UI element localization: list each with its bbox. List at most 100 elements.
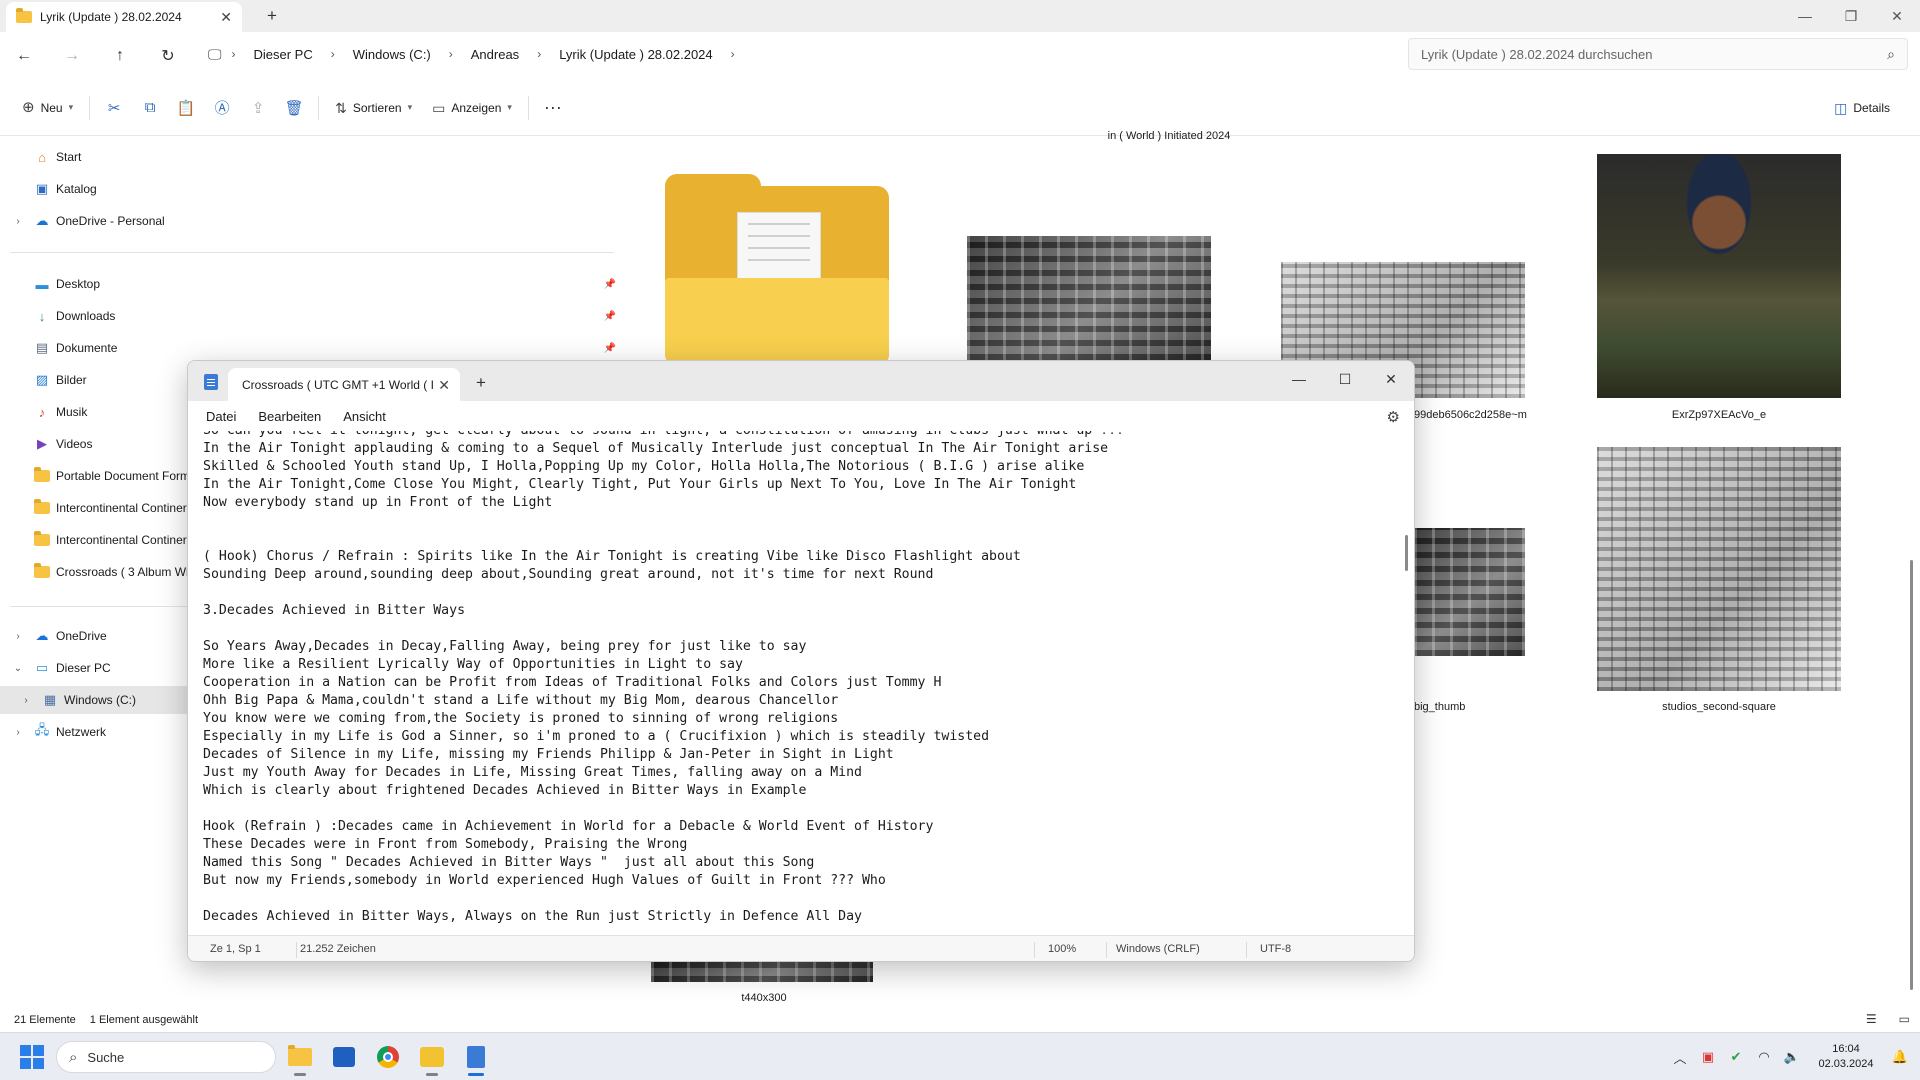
chevron-down-icon[interactable]: ⌄ <box>10 663 26 674</box>
image-thumbnail-portrait[interactable] <box>1597 154 1841 398</box>
back-button[interactable]: ← <box>0 38 48 74</box>
rename-icon[interactable]: Ⓐ <box>204 90 240 126</box>
breadcrumb-andreas[interactable]: Andreas <box>463 43 527 66</box>
forward-button[interactable]: → <box>48 38 96 74</box>
taskbar-search[interactable]: ⌕ Suche <box>56 1041 276 1073</box>
breadcrumb-separator-icon[interactable]: › <box>325 47 341 61</box>
share-icon[interactable]: ⇪ <box>240 90 276 126</box>
menu-datei[interactable]: Datei <box>196 405 246 428</box>
editor-line[interactable] <box>203 800 1383 818</box>
monitor-icon[interactable]: 🖵 <box>208 47 222 61</box>
breadcrumb-lyrik[interactable]: Lyrik (Update ) 28.02.2024 <box>551 43 720 66</box>
editor-line[interactable]: Named this Song " Decades Achieved in Bi… <box>203 854 1383 872</box>
editor-line[interactable]: Which is clearly about frightened Decade… <box>203 782 1383 800</box>
view-button[interactable]: ▭ Anzeigen ▾ <box>422 90 522 126</box>
settings-gear-icon[interactable]: ⚙ <box>1387 408 1400 426</box>
sidebar-item-onedrive-personal[interactable]: › ☁ OneDrive - Personal <box>0 207 620 235</box>
editor-line[interactable]: But now my Friends,somebody in World exp… <box>203 872 1383 890</box>
editor-scrollbar[interactable] <box>1405 535 1408 571</box>
store-taskbar-icon[interactable] <box>328 1041 360 1073</box>
security-tray-icon[interactable]: ✔ <box>1722 1043 1750 1071</box>
editor-line[interactable]: So can you feel it tonight, get clearly … <box>203 431 1383 440</box>
explorer-tab[interactable]: Lyrik (Update ) 28.02.2024 ✕ <box>6 2 242 32</box>
zoom-level[interactable]: 100% <box>1048 943 1076 955</box>
sidebar-item-desktop[interactable]: ▬ Desktop 📌 <box>0 270 620 298</box>
restore-button[interactable]: ❐ <box>1828 0 1874 32</box>
up-button[interactable]: ↑ <box>96 38 144 74</box>
chevron-right-icon[interactable]: › <box>10 216 26 227</box>
encoding[interactable]: UTF-8 <box>1260 943 1291 955</box>
pin-icon[interactable]: 📌 <box>604 279 616 290</box>
file-explorer-taskbar-icon[interactable] <box>284 1041 316 1076</box>
editor-line[interactable]: So Years Away,Decades in Decay,Falling A… <box>203 638 1383 656</box>
breadcrumb-separator-icon[interactable]: › <box>725 47 741 61</box>
sidebar-item-downloads[interactable]: ↓ Downloads 📌 <box>0 302 620 330</box>
editor-line[interactable]: In the Air Tonight,Come Close You Might,… <box>203 476 1383 494</box>
new-tab-button[interactable]: + <box>262 6 282 26</box>
copy-icon[interactable]: ⧉ <box>132 90 168 126</box>
new-tab-button[interactable]: + <box>476 373 486 393</box>
editor-line[interactable]: You know were we coming from,the Society… <box>203 710 1383 728</box>
editor-line[interactable] <box>203 512 1383 530</box>
editor-line[interactable] <box>203 890 1383 908</box>
breadcrumb-separator-icon[interactable]: › <box>226 47 242 61</box>
file-label[interactable]: ExrZp97XEAcVo_e <box>1619 409 1819 421</box>
close-tab-icon[interactable]: ✕ <box>438 378 450 392</box>
image-thumbnail-mixer-4[interactable] <box>651 962 873 982</box>
image-thumbnail-mixer-1[interactable] <box>967 236 1211 360</box>
notepad-tab[interactable]: Crossroads ( UTC GMT +1 World ( I ✕ <box>228 368 460 401</box>
menu-bearbeiten[interactable]: Bearbeiten <box>248 405 331 428</box>
file-label[interactable]: 99deb6506c2d258e~m <box>1414 409 1614 421</box>
editor-line[interactable]: Now everybody stand up in Front of the L… <box>203 494 1383 512</box>
explorer-scrollbar[interactable] <box>1910 560 1913 990</box>
notepad-taskbar-icon[interactable] <box>460 1041 492 1076</box>
new-button[interactable]: ⊕ Neu ▾ <box>12 90 83 126</box>
breadcrumb-windows-c[interactable]: Windows (C:) <box>345 43 439 66</box>
pin-icon[interactable]: 📌 <box>604 343 616 354</box>
editor-line[interactable]: Skilled & Schooled Youth stand Up, I Hol… <box>203 458 1383 476</box>
refresh-button[interactable]: ↻ <box>144 38 192 74</box>
file-label[interactable]: big_thumb <box>1414 701 1514 713</box>
close-window-button[interactable]: ✕ <box>1874 0 1920 32</box>
editor-line[interactable]: Ohh Big Papa & Mama,couldn't stand a Lif… <box>203 692 1383 710</box>
editor-line[interactable]: Hook (Refrain ) :Decades came in Achieve… <box>203 818 1383 836</box>
wifi-icon[interactable]: ◠ <box>1750 1043 1778 1071</box>
menu-ansicht[interactable]: Ansicht <box>333 405 396 428</box>
sidebar-item-dokumente[interactable]: ▤ Dokumente 📌 <box>0 334 620 362</box>
start-button[interactable] <box>20 1045 44 1069</box>
breadcrumb-separator-icon[interactable]: › <box>443 47 459 61</box>
chevron-right-icon[interactable]: › <box>18 695 34 706</box>
close-tab-icon[interactable]: ✕ <box>220 10 232 24</box>
delete-icon[interactable]: 🗑 <box>276 90 312 126</box>
notification-bell-icon[interactable]: 🔔 <box>1886 1043 1914 1071</box>
breadcrumb[interactable]: 🖵 › Dieser PC › Windows (C:) › Andreas ›… <box>208 38 1400 70</box>
editor-line[interactable]: Just my Youth Away for Decades in Life, … <box>203 764 1383 782</box>
chrome-taskbar-icon[interactable] <box>372 1041 404 1073</box>
minimize-button[interactable]: — <box>1276 361 1322 397</box>
chevron-up-icon[interactable]: ︿ <box>1666 1043 1694 1071</box>
sidebar-item-start[interactable]: ⌂ Start <box>0 143 620 171</box>
image-thumbnail-mixer-3[interactable] <box>1414 528 1525 656</box>
editor-line[interactable]: Especially in my Life is God a Sinner, s… <box>203 728 1383 746</box>
pin-icon[interactable]: 📌 <box>604 311 616 322</box>
editor-line[interactable]: More like a Resilient Lyrically Way of O… <box>203 656 1383 674</box>
details-view-icon[interactable]: ☰ <box>1852 1012 1877 1026</box>
editor-line[interactable] <box>203 530 1383 548</box>
more-options-icon[interactable]: ··· <box>535 90 571 126</box>
editor-line[interactable]: 3.Decades Achieved in Bitter Ways <box>203 602 1383 620</box>
editor-line[interactable]: Cooperation in a Nation can be Profit fr… <box>203 674 1383 692</box>
breadcrumb-this-pc[interactable]: Dieser PC <box>246 43 321 66</box>
minimize-button[interactable]: — <box>1782 0 1828 32</box>
maximize-button[interactable]: ☐ <box>1322 361 1368 397</box>
search-input[interactable]: Lyrik (Update ) 28.02.2024 durchsuchen ⌕ <box>1408 38 1908 70</box>
file-label[interactable]: t440x300 <box>664 992 864 1004</box>
editor-line[interactable]: In the Air Tonight applauding & coming t… <box>203 440 1383 458</box>
editor-line[interactable] <box>203 620 1383 638</box>
close-window-button[interactable]: ✕ <box>1368 361 1414 397</box>
chevron-right-icon[interactable]: › <box>10 727 26 738</box>
sidebar-item-katalog[interactable]: ▣ Katalog <box>0 175 620 203</box>
details-button[interactable]: ◫ Details <box>1824 90 1900 126</box>
tiles-view-icon[interactable]: ▭ <box>1885 1012 1910 1026</box>
editor-text[interactable]: So can you feel it tonight, get clearly … <box>203 431 1383 926</box>
breadcrumb-separator-icon[interactable]: › <box>531 47 547 61</box>
